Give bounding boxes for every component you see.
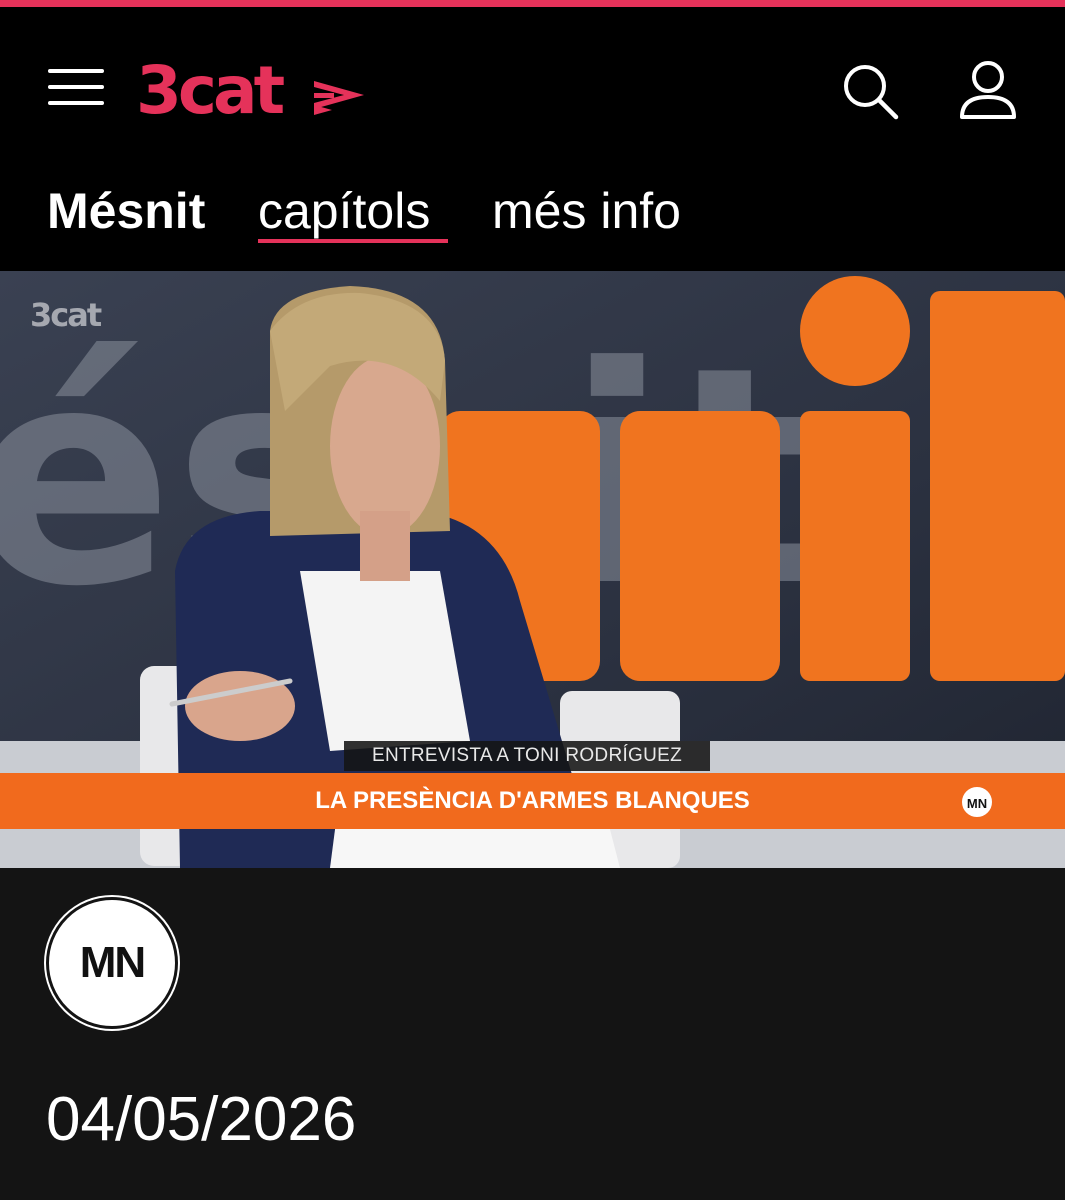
tab-mesnit[interactable]: Mésnit — [47, 181, 205, 241]
video-watermark: 3cat — [30, 296, 102, 334]
app-header: 3cat — [0, 7, 1065, 153]
search-icon[interactable] — [840, 61, 900, 121]
video-player[interactable]: ésnit 3cat ENTREVISTA A TONI RODRÍGUEZ L… — [0, 271, 1065, 868]
active-tab-indicator — [258, 239, 448, 243]
tab-capitols[interactable]: capítols — [258, 181, 430, 241]
user-profile-icon[interactable] — [956, 59, 1020, 123]
lower-third-title: LA PRESÈNCIA D'ARMES BLANQUES — [315, 787, 750, 814]
lower-third-badge: MN — [960, 785, 994, 819]
lower-third-name: ENTREVISTA A TONI RODRÍGUEZ — [344, 741, 710, 771]
brand-logo[interactable]: 3cat — [136, 52, 368, 129]
program-logo: MN — [46, 897, 178, 1029]
program-tabs: Mésnit capítols més info — [0, 153, 1065, 271]
episode-date: 04/05/2026 — [46, 1085, 357, 1154]
hamburger-menu-icon[interactable] — [48, 63, 106, 111]
lower-third-bar: LA PRESÈNCIA D'ARMES BLANQUES MN — [0, 773, 1065, 829]
top-accent-line — [0, 0, 1065, 7]
tab-mes-info[interactable]: més info — [492, 181, 681, 241]
brand-logo-text: 3cat — [136, 55, 285, 123]
